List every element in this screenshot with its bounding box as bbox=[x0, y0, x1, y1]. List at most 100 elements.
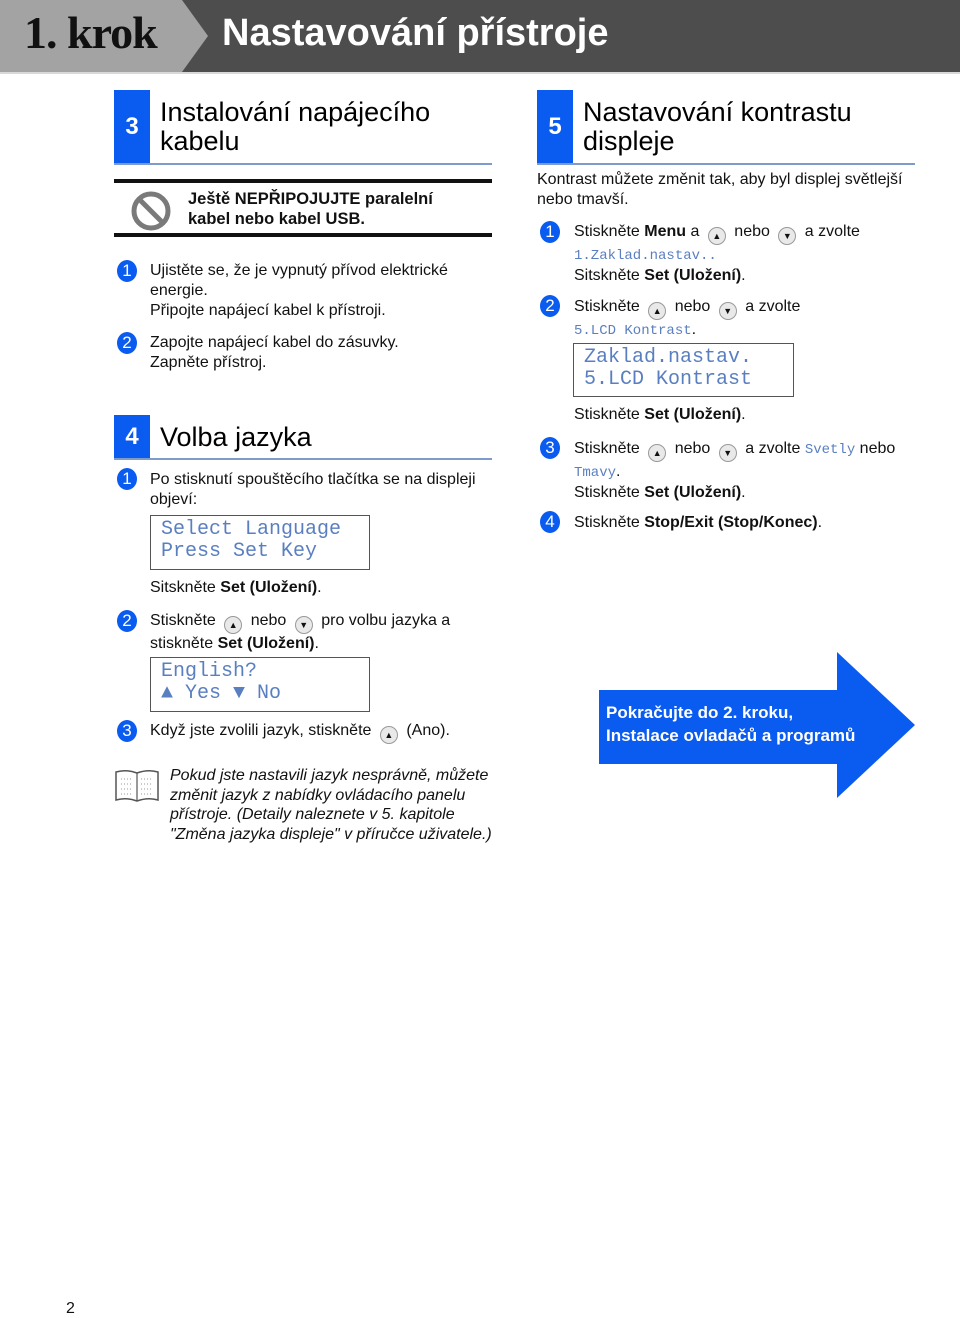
text: stiskněte bbox=[150, 635, 218, 652]
section-title-line: displeje bbox=[583, 126, 675, 156]
text: a zvolte bbox=[745, 440, 805, 457]
text: Stiskněte bbox=[574, 484, 645, 501]
text: . bbox=[616, 463, 621, 480]
text: a bbox=[686, 223, 700, 240]
text: Sitskněte bbox=[150, 579, 221, 596]
up-arrow-button-icon: ▲ bbox=[648, 302, 667, 320]
text: Stiskněte bbox=[574, 406, 645, 423]
button-name: Set (Uložení) bbox=[217, 635, 315, 652]
section-title-line: Nastavování kontrastu bbox=[583, 97, 852, 127]
step-text: Stiskněte Menu a ▲ nebo ▼ a zvolte 1.Zak… bbox=[574, 222, 860, 286]
button-name: Stop/Exit (Stop/Konec) bbox=[644, 514, 818, 531]
intro-line: Kontrast můžete změnit tak, aby byl disp… bbox=[537, 171, 903, 188]
text: . bbox=[817, 514, 823, 531]
step-text: Sitskněte Set (Uložení). bbox=[150, 578, 322, 598]
step-text: Když jste zvolili jazyk, stiskněte ▲ (An… bbox=[150, 721, 450, 744]
step-text: Ujistěte se, že je vypnutý přívod elektr… bbox=[150, 261, 448, 321]
down-arrow-button-icon: ▼ bbox=[718, 444, 737, 462]
warning-line: kabel nebo kabel USB. bbox=[188, 210, 365, 228]
step-number: 2 bbox=[117, 610, 137, 632]
text: Stiskněte bbox=[574, 440, 640, 457]
step-number: 4 bbox=[540, 511, 560, 533]
text: . bbox=[741, 267, 746, 284]
step-line: Zapojte napájecí kabel do zásuvky. bbox=[150, 334, 399, 351]
section-5-heading: 5 Nastavování kontrastu displeje bbox=[537, 90, 852, 164]
section-number: 3 bbox=[114, 90, 150, 164]
prohibited-icon bbox=[131, 191, 171, 231]
up-arrow-button-icon: ▲ bbox=[707, 227, 726, 245]
step-line: Po stisknutí spouštěcího tlačítka se na … bbox=[150, 471, 476, 488]
up-arrow-button-icon: ▲ bbox=[379, 726, 398, 744]
lcd-line: ▲ Yes ▼ No bbox=[161, 682, 282, 705]
menu-option: Tmavy bbox=[574, 465, 617, 481]
section-title-line: Instalování napájecího bbox=[160, 97, 431, 127]
book-icon bbox=[115, 769, 159, 802]
step-number: 2 bbox=[117, 332, 137, 354]
step-number: 3 bbox=[540, 437, 560, 459]
text: nebo bbox=[250, 612, 287, 629]
step-text: Po stisknutí spouštěcího tlačítka se na … bbox=[150, 470, 476, 510]
text: a zvolte bbox=[745, 298, 801, 315]
step-number: 1 bbox=[540, 221, 560, 243]
up-arrow-button-icon: ▲ bbox=[224, 616, 243, 634]
text: a zvolte bbox=[804, 223, 860, 240]
step-line: Ujistěte se, že je vypnutý přívod elektr… bbox=[150, 262, 448, 279]
text: Stiskněte bbox=[574, 514, 645, 531]
section-number: 4 bbox=[114, 415, 150, 459]
button-name: Set (Uložení) bbox=[220, 579, 318, 596]
up-arrow-button-icon: ▲ bbox=[648, 444, 667, 462]
text: . bbox=[314, 635, 319, 652]
step-text: Stiskněte Stop/Exit (Stop/Konec). bbox=[574, 513, 822, 533]
text: (Ano). bbox=[406, 722, 450, 739]
lcd-display: Select Language Press Set Key bbox=[150, 515, 370, 570]
step-number: 1 bbox=[117, 468, 137, 490]
lcd-display: Zaklad.nastav. 5.LCD Kontrast bbox=[573, 343, 794, 397]
section-divider bbox=[537, 163, 915, 165]
text: Stiskněte bbox=[574, 223, 645, 240]
section-number: 5 bbox=[537, 90, 573, 164]
step-line: energie. bbox=[150, 282, 208, 299]
header-divider bbox=[0, 72, 960, 74]
lcd-line: Select Language bbox=[161, 518, 342, 541]
step-text: Stiskněte ▲ nebo ▼ pro volbu jazyka a st… bbox=[150, 611, 450, 654]
warning-divider bbox=[114, 179, 492, 183]
page-title: Nastavování přístroje bbox=[222, 12, 609, 54]
step-line: objeví: bbox=[150, 491, 198, 508]
lcd-display: English? ▲ Yes ▼ No bbox=[150, 657, 370, 712]
menu-option: 1.Zaklad.nastav. bbox=[574, 248, 709, 264]
step-text: Stiskněte Set (Uložení). bbox=[574, 405, 746, 425]
continue-line: Instalace ovladačů a programů bbox=[606, 726, 856, 745]
button-name: Set (Uložení) bbox=[644, 484, 742, 501]
step-number: 3 bbox=[117, 720, 137, 742]
step-line: Připojte napájecí kabel k přístroji. bbox=[150, 302, 386, 319]
section-divider bbox=[114, 458, 492, 460]
text: pro volbu jazyka a bbox=[321, 612, 451, 629]
page-header: 1. krok Nastavování přístroje bbox=[0, 0, 960, 72]
section-title: Nastavování kontrastu displeje bbox=[573, 90, 852, 164]
text: Stiskněte bbox=[574, 298, 640, 315]
text: . bbox=[741, 484, 746, 501]
text: Stiskněte bbox=[150, 612, 216, 629]
step-line: Zapněte přístroj. bbox=[150, 354, 267, 371]
page-number: 2 bbox=[66, 1300, 75, 1317]
section-3-heading: 3 Instalování napájecího kabelu bbox=[114, 90, 430, 164]
note-text: Pokud jste nastavili jazyk nesprávně, mů… bbox=[170, 767, 492, 843]
text: nebo bbox=[734, 223, 770, 240]
button-name: Menu bbox=[644, 223, 687, 240]
down-arrow-button-icon: ▼ bbox=[718, 302, 737, 320]
down-arrow-button-icon: ▼ bbox=[778, 227, 797, 245]
text: Když jste zvolili jazyk, stiskněte bbox=[150, 722, 372, 739]
lcd-line: Press Set Key bbox=[161, 540, 318, 563]
warning-text: Ještě NEPŘIPOJUJTE paralelní kabel nebo … bbox=[188, 189, 433, 229]
text: . bbox=[708, 248, 717, 264]
warning-line: Ještě NEPŘIPOJUJTE paralelní bbox=[188, 190, 433, 208]
step-number: 2 bbox=[540, 295, 560, 317]
lcd-line: English? bbox=[161, 660, 258, 683]
step-text: Stiskněte ▲ nebo ▼ a zvolte Svetly nebo … bbox=[574, 439, 895, 503]
text: nebo bbox=[674, 298, 711, 315]
text: nebo bbox=[855, 440, 896, 457]
continue-line: Pokračujte do 2. kroku, bbox=[606, 703, 794, 722]
text: . bbox=[317, 579, 322, 596]
section-title: Volba jazyka bbox=[160, 421, 312, 452]
continue-text: Pokračujte do 2. kroku, Instalace ovlada… bbox=[606, 701, 855, 747]
